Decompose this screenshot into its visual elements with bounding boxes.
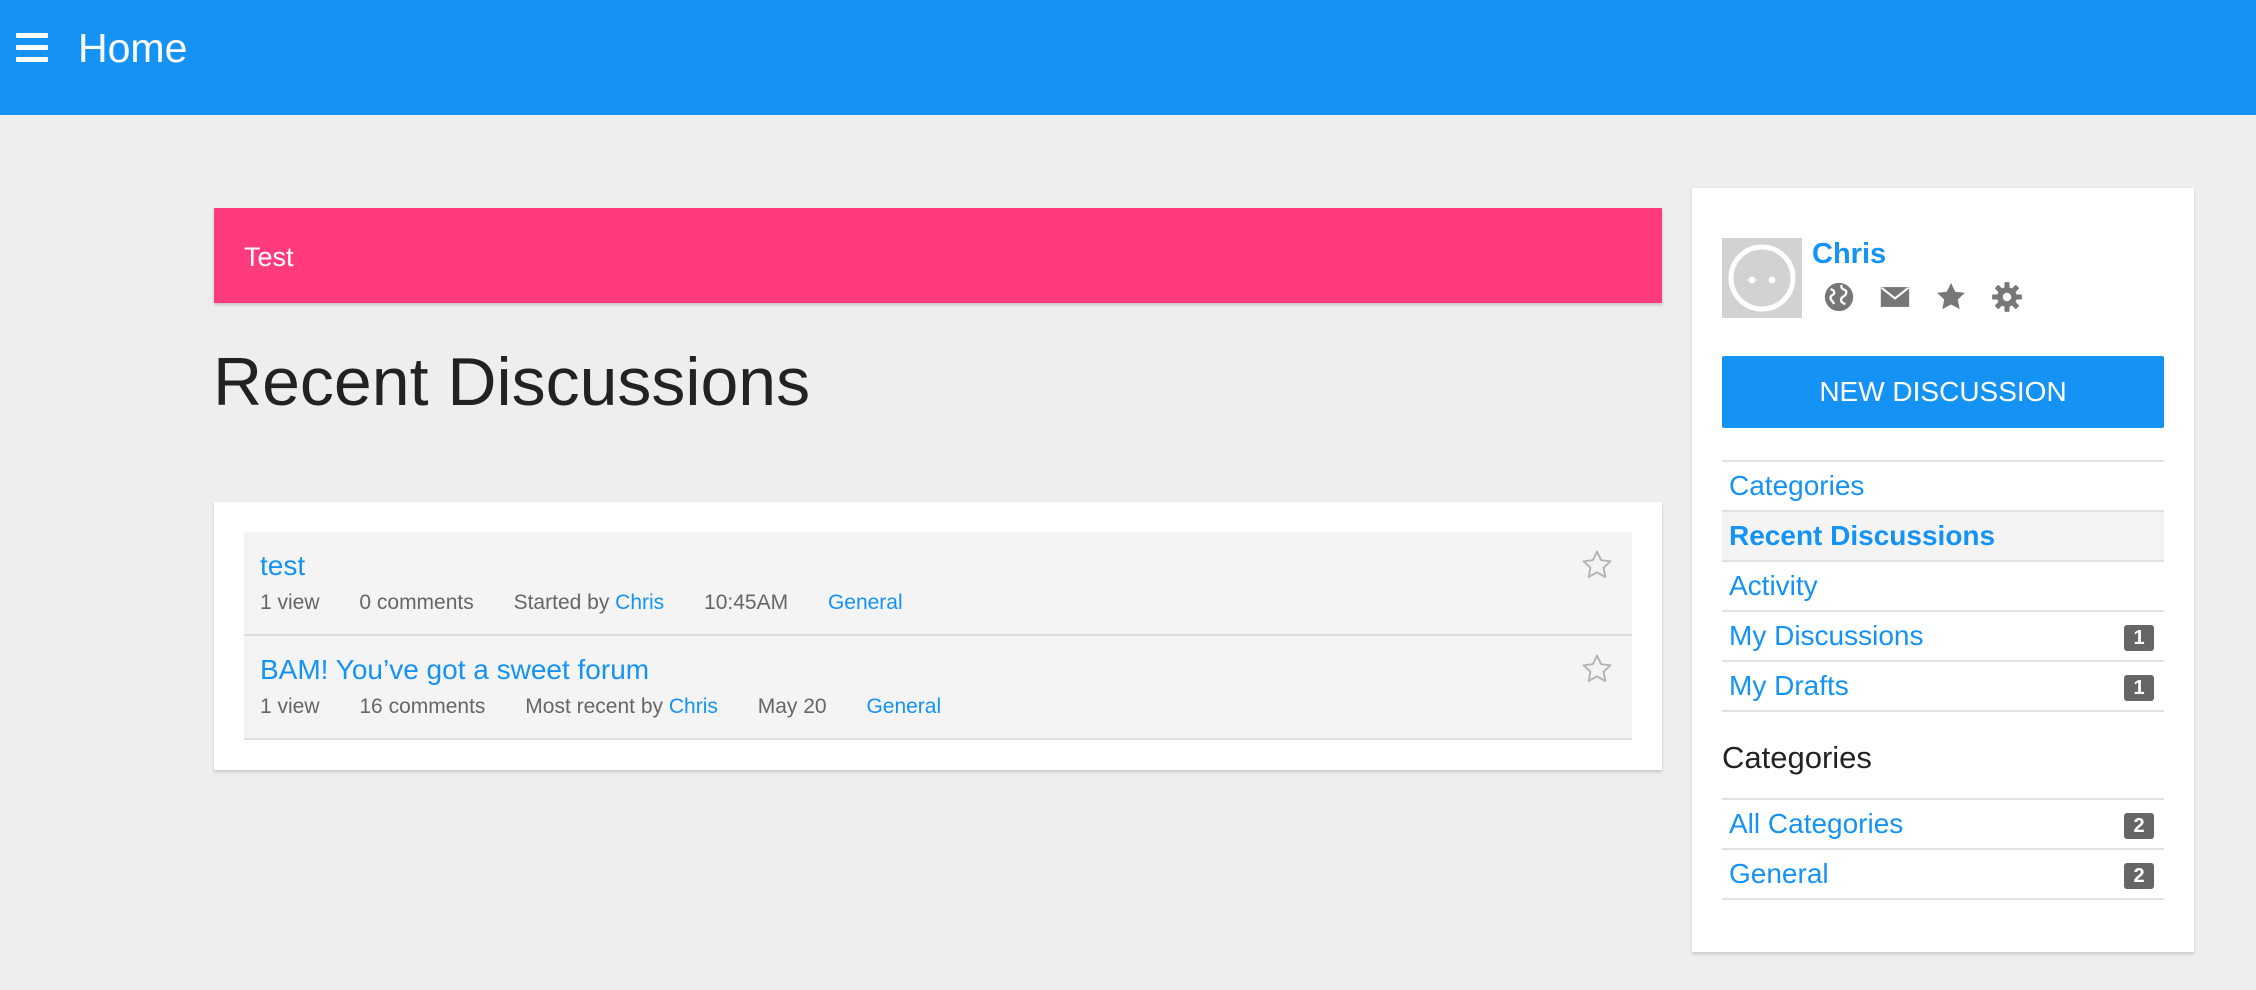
categories-heading: Categories	[1722, 740, 1872, 775]
sidebar-panel: Chris NEW DISCUSSION Categories Recent D…	[1692, 188, 2194, 952]
page-title: Home	[78, 25, 188, 71]
category-item-all[interactable]: All Categories 2	[1722, 800, 2164, 850]
count-badge: 2	[2124, 813, 2154, 839]
author-label: Started by	[513, 591, 610, 614]
count-badge: 1	[2124, 675, 2154, 701]
gear-icon[interactable]	[1990, 280, 2024, 314]
comment-count: 16 comments	[359, 695, 486, 718]
sidebar-item-recent-discussions[interactable]: Recent Discussions	[1722, 512, 2164, 562]
globe-icon[interactable]	[1822, 280, 1856, 314]
sidebar-nav: Categories Recent Discussions Activity M…	[1722, 460, 2164, 712]
bookmark-star-icon[interactable]	[1580, 652, 1614, 686]
discussion-meta: 1 view 16 comments Most recent by Chris …	[260, 694, 941, 720]
category-link[interactable]: General	[866, 695, 941, 718]
discussion-meta: 1 view 0 comments Started by Chris 10:45…	[260, 590, 903, 616]
sidebar-item-label: My Drafts	[1729, 670, 1849, 701]
view-count: 1 view	[260, 591, 320, 614]
author-link[interactable]: Chris	[615, 591, 664, 614]
category-list: All Categories 2 General 2	[1722, 798, 2164, 900]
banner-text: Test	[244, 242, 294, 272]
category-item-general[interactable]: General 2	[1722, 850, 2164, 900]
sidebar-item-my-discussions[interactable]: My Discussions 1	[1722, 612, 2164, 662]
category-link[interactable]: General	[828, 591, 903, 614]
sidebar-item-label: Activity	[1729, 570, 1818, 601]
category-label: General	[1729, 858, 1829, 889]
discussion-title-link[interactable]: BAM! You’ve got a sweet forum	[260, 654, 649, 686]
recent-discussions-heading: Recent Discussions	[213, 344, 811, 420]
discussion-time: 10:45AM	[704, 591, 789, 614]
sidebar-item-categories[interactable]: Categories	[1722, 462, 2164, 512]
top-bar: Home	[0, 0, 2256, 115]
view-count: 1 view	[260, 695, 320, 718]
discussion-item[interactable]: BAM! You’ve got a sweet forum 1 view 16 …	[244, 636, 1632, 740]
author-link[interactable]: Chris	[669, 695, 718, 718]
discussion-time: May 20	[757, 695, 827, 718]
star-icon[interactable]	[1934, 280, 1968, 314]
sidebar-item-label: Categories	[1729, 470, 1865, 501]
category-label: All Categories	[1729, 808, 1904, 839]
author-label: Most recent by	[525, 695, 664, 718]
discussion-list: test 1 view 0 comments Started by Chris …	[214, 502, 1662, 770]
announcement-banner: Test	[214, 208, 1662, 303]
avatar[interactable]	[1722, 238, 1802, 318]
comment-count: 0 comments	[359, 591, 474, 614]
user-name-link[interactable]: Chris	[1812, 238, 1886, 270]
discussion-item[interactable]: test 1 view 0 comments Started by Chris …	[244, 532, 1632, 636]
bookmark-star-icon[interactable]	[1580, 548, 1614, 582]
hamburger-menu-icon[interactable]	[16, 33, 48, 63]
new-discussion-button[interactable]: NEW DISCUSSION	[1722, 356, 2164, 428]
discussion-title-link[interactable]: test	[260, 550, 305, 582]
sidebar-item-my-drafts[interactable]: My Drafts 1	[1722, 662, 2164, 712]
sidebar-item-activity[interactable]: Activity	[1722, 562, 2164, 612]
sidebar-item-label: Recent Discussions	[1729, 520, 1996, 551]
count-badge: 1	[2124, 625, 2154, 651]
count-badge: 2	[2124, 863, 2154, 889]
sidebar-item-label: My Discussions	[1729, 620, 1924, 651]
mail-icon[interactable]	[1878, 280, 1912, 314]
